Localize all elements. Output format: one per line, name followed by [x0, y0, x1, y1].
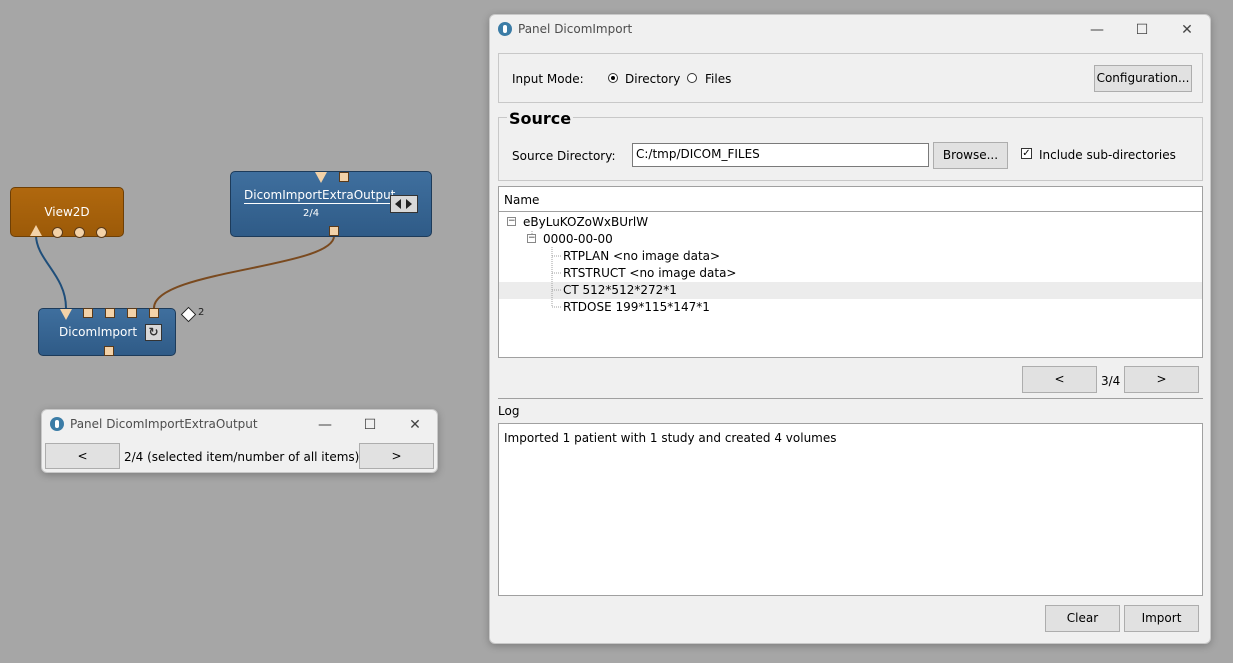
- include-subdirectories-checkbox[interactable]: ✓: [1021, 148, 1032, 159]
- view2d-input-triangle[interactable]: [30, 225, 42, 236]
- input-mode-group: Input Mode: Directory Files Configuratio…: [498, 53, 1203, 103]
- source-directory-input[interactable]: C:/tmp/DICOM_FILES: [632, 143, 929, 167]
- maximize-icon[interactable]: ☐: [1127, 19, 1157, 41]
- tree-header-name: Name: [504, 193, 540, 207]
- connection-view2d-dicomimport: [35, 234, 67, 309]
- include-subdirectories-label[interactable]: Include sub-directories: [1039, 148, 1176, 162]
- tree-study-label: 0000-00-00: [543, 232, 613, 246]
- info-badge-count: 2: [198, 307, 205, 318]
- directory-radio[interactable]: [608, 73, 618, 83]
- extra-output-output-port[interactable]: [329, 226, 339, 236]
- close-icon[interactable]: ✕: [400, 414, 430, 436]
- dicom-import-module-title: DicomImport: [59, 325, 138, 339]
- directory-radio-label[interactable]: Directory: [625, 72, 680, 86]
- tree-row-item-selected[interactable]: CT 512*512*272*1: [499, 282, 1202, 299]
- tree-item-label: RTPLAN <no image data>: [563, 249, 721, 263]
- extra-output-input-triangle[interactable]: [315, 172, 327, 183]
- extra-output-stepper[interactable]: [390, 195, 418, 213]
- view2d-input-port-3[interactable]: [96, 227, 107, 238]
- dicom-tree[interactable]: Name − eByLuKOZoWxBUrlW − 0000-00-00 RTP…: [498, 186, 1203, 358]
- tree-patient-label: eByLuKOZoWxBUrlW: [523, 215, 649, 229]
- tree-row-item[interactable]: RTDOSE 199*115*147*1: [499, 299, 1202, 316]
- tree-row-study[interactable]: − 0000-00-00: [499, 231, 1202, 248]
- tree-row-patient[interactable]: − eByLuKOZoWxBUrlW: [499, 214, 1202, 231]
- maximize-icon[interactable]: ☐: [355, 414, 385, 436]
- dicom-import-panel-title: Panel DicomImport: [518, 22, 633, 36]
- extra-output-panel-title: Panel DicomImportExtraOutput: [70, 417, 258, 431]
- tree-item-label: CT 512*512*272*1: [563, 283, 677, 297]
- log-label: Log: [498, 404, 520, 418]
- tree-row-item[interactable]: RTPLAN <no image data>: [499, 248, 1202, 265]
- extra-output-input-port[interactable]: [339, 172, 349, 182]
- collapse-icon[interactable]: −: [507, 217, 516, 226]
- refresh-icon[interactable]: ↻: [145, 324, 162, 341]
- tree-item-label: RTSTRUCT <no image data>: [563, 266, 737, 280]
- view2d-module[interactable]: View2D: [10, 187, 124, 237]
- tree-row-item[interactable]: RTSTRUCT <no image data>: [499, 265, 1202, 282]
- extra-output-counter: 2/4: [303, 208, 320, 219]
- source-heading: Source: [507, 109, 574, 128]
- view2d-input-port-1[interactable]: [52, 227, 63, 238]
- dicom-import-input-port-2[interactable]: [105, 308, 115, 318]
- tree-pager-status: 3/4: [1101, 374, 1121, 388]
- divider: [498, 398, 1203, 399]
- extra-prev-button[interactable]: <: [45, 443, 120, 469]
- configuration-button[interactable]: Configuration...: [1094, 65, 1192, 92]
- dicom-import-panel: Panel DicomImport — ☐ ✕ Input Mode: Dire…: [489, 14, 1211, 644]
- minimize-icon[interactable]: —: [1082, 19, 1112, 41]
- import-button[interactable]: Import: [1124, 605, 1199, 632]
- tree-next-button[interactable]: >: [1124, 366, 1199, 393]
- log-text: Imported 1 patient with 1 study and crea…: [504, 431, 837, 445]
- input-mode-label: Input Mode:: [512, 72, 584, 86]
- stepper-left-icon[interactable]: [395, 199, 401, 209]
- connection-extraoutput-dicomimport: [153, 235, 335, 309]
- collapse-icon[interactable]: −: [527, 234, 536, 243]
- dicom-import-input-port-1[interactable]: [83, 308, 93, 318]
- dicom-import-output-port[interactable]: [104, 346, 114, 356]
- stepper-right-icon[interactable]: [406, 199, 412, 209]
- extra-output-module-title: DicomImportExtraOutput: [244, 188, 396, 204]
- tree-prev-button[interactable]: <: [1022, 366, 1097, 393]
- minimize-icon[interactable]: —: [310, 414, 340, 436]
- dicom-import-titlebar[interactable]: Panel DicomImport — ☐ ✕: [490, 15, 1210, 45]
- app-icon: [50, 417, 64, 431]
- log-textarea[interactable]: Imported 1 patient with 1 study and crea…: [498, 423, 1203, 596]
- source-group: Source Source Directory: C:/tmp/DICOM_FI…: [498, 109, 1203, 181]
- files-radio[interactable]: [687, 73, 697, 83]
- extra-status-text: 2/4 (selected item/number of all items): [124, 450, 360, 464]
- files-radio-label[interactable]: Files: [705, 72, 731, 86]
- dicom-import-input-port-3[interactable]: [127, 308, 137, 318]
- browse-button[interactable]: Browse...: [933, 142, 1008, 169]
- extra-output-panel: Panel DicomImportExtraOutput — ☐ ✕ < 2/4…: [41, 409, 438, 473]
- dicom-import-input-triangle[interactable]: [60, 309, 72, 320]
- clear-button[interactable]: Clear: [1045, 605, 1120, 632]
- view2d-input-port-2[interactable]: [74, 227, 85, 238]
- source-directory-label: Source Directory:: [512, 149, 616, 163]
- tree-header[interactable]: Name: [499, 187, 1202, 212]
- app-icon: [498, 22, 512, 36]
- tree-item-label: RTDOSE 199*115*147*1: [563, 300, 710, 314]
- extra-next-button[interactable]: >: [359, 443, 434, 469]
- dicom-import-input-port-4[interactable]: [149, 308, 159, 318]
- close-icon[interactable]: ✕: [1172, 19, 1202, 41]
- view2d-module-title: View2D: [44, 205, 90, 219]
- extra-output-titlebar[interactable]: Panel DicomImportExtraOutput — ☐ ✕: [42, 410, 437, 440]
